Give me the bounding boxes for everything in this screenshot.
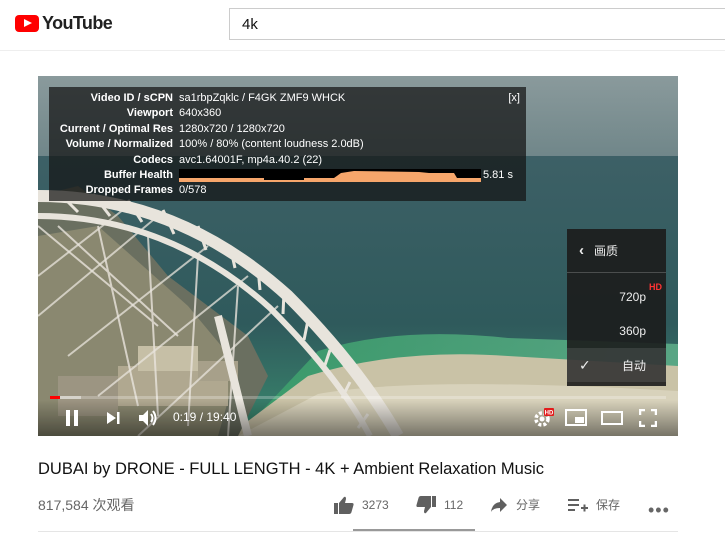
quality-option-auto[interactable]: ✓ 自动 bbox=[567, 348, 666, 382]
stats-value: sa1rbpZqklc / F4GK ZMF9 WHCK bbox=[179, 92, 346, 104]
divider bbox=[38, 531, 678, 532]
quality-option-label: 360p bbox=[619, 324, 646, 338]
quality-option-label: 自动 bbox=[621, 358, 646, 373]
like-button[interactable]: 3273 bbox=[334, 496, 389, 514]
buffer-health: 5.81 s bbox=[179, 168, 526, 183]
stats-row: Current / Optimal Res 1280x720 / 1280x72… bbox=[49, 122, 526, 137]
stats-row: Dropped Frames 0/578 bbox=[49, 183, 526, 198]
fullscreen-icon[interactable] bbox=[639, 409, 657, 427]
theater-mode-icon[interactable] bbox=[601, 411, 623, 425]
pause-icon[interactable] bbox=[64, 409, 80, 427]
stats-value: 1280x720 / 1280x720 bbox=[179, 122, 285, 135]
chevron-left-icon: ‹ bbox=[579, 242, 584, 259]
youtube-logo[interactable]: YouTube bbox=[15, 13, 113, 34]
miniplayer-icon[interactable] bbox=[565, 409, 587, 426]
stats-value: 640x360 bbox=[179, 107, 222, 120]
stats-label: Current / Optimal Res bbox=[59, 122, 173, 135]
quality-option-360p[interactable]: 360p bbox=[567, 314, 666, 348]
next-icon[interactable] bbox=[105, 410, 121, 426]
youtube-play-icon bbox=[15, 15, 39, 32]
stats-for-nerds-panel: [x] Video ID / sCPN sa1rbpZqklc / F4GK Z… bbox=[49, 87, 526, 201]
save-label: 保存 bbox=[596, 498, 621, 512]
quality-menu-title: 画质 bbox=[594, 244, 619, 258]
quality-menu: ‹ 画质 720p HD 360p ✓ 自动 bbox=[567, 229, 666, 386]
thumbs-up-icon bbox=[334, 496, 354, 514]
stats-row: Video ID / sCPN sa1rbpZqklc / F4GK ZMF9 … bbox=[49, 91, 526, 106]
progress-played bbox=[50, 396, 60, 399]
masthead: YouTube 4k bbox=[0, 0, 725, 50]
share-label: 分享 bbox=[516, 498, 541, 512]
settings-hd-badge: HD bbox=[545, 411, 554, 417]
stats-value: avc1.64001F, mp4a.40.2 (22) bbox=[179, 153, 323, 166]
stats-label: Viewport bbox=[126, 107, 173, 120]
view-count: 817,584 次观看 bbox=[38, 497, 135, 513]
save-button[interactable]: 保存 bbox=[568, 496, 620, 513]
stats-label: Codecs bbox=[133, 153, 173, 166]
add-to-playlist-icon bbox=[568, 498, 588, 511]
share-button[interactable]: 分享 bbox=[490, 496, 540, 513]
stats-row: Viewport 640x360 bbox=[49, 106, 526, 121]
share-icon bbox=[491, 497, 507, 512]
quality-menu-back-button[interactable]: ‹ 画质 bbox=[567, 229, 666, 273]
stats-close-button[interactable]: [x] bbox=[508, 91, 520, 106]
dislike-button[interactable]: 112 bbox=[416, 496, 463, 514]
checkmark-icon: ✓ bbox=[579, 357, 591, 373]
logo-text: YouTube bbox=[42, 13, 113, 33]
progress-bar[interactable] bbox=[50, 396, 666, 399]
like-count: 3273 bbox=[362, 498, 389, 512]
time-display: 0:19 / 19:40 bbox=[173, 410, 237, 424]
stats-row: Buffer Health 5.81 s bbox=[49, 168, 526, 183]
player-controls: 0:19 / 19:40 HD bbox=[38, 400, 678, 436]
stats-row: Volume / Normalized 100% / 80% (content … bbox=[49, 137, 526, 152]
stats-label: Volume / Normalized bbox=[65, 138, 173, 151]
stats-value: 100% / 80% (content loudness 2.0dB) bbox=[179, 138, 364, 151]
stats-value: 0/578 bbox=[179, 184, 207, 197]
quality-option-720p[interactable]: 720p HD bbox=[567, 280, 666, 314]
search-input[interactable]: 4k bbox=[229, 8, 725, 40]
hd-badge: HD bbox=[649, 282, 662, 292]
quality-option-label: 720p bbox=[619, 290, 646, 304]
video-player[interactable]: [x] Video ID / sCPN sa1rbpZqklc / F4GK Z… bbox=[38, 76, 678, 436]
settings-icon[interactable]: HD bbox=[532, 408, 554, 428]
stats-row: Codecs avc1.64001F, mp4a.40.2 (22) bbox=[49, 153, 526, 168]
buffer-health-graph bbox=[179, 169, 481, 183]
thumbs-down-icon bbox=[416, 496, 436, 514]
buffer-health-value: 5.81 s bbox=[483, 168, 513, 181]
dislike-count: 112 bbox=[444, 498, 464, 512]
stats-label: Buffer Health bbox=[103, 168, 173, 181]
volume-icon[interactable] bbox=[138, 408, 160, 428]
stats-label: Video ID / sCPN bbox=[90, 92, 173, 104]
search-query[interactable]: 4k bbox=[242, 16, 258, 33]
video-title: DUBAI by DRONE - FULL LENGTH - 4K + Ambi… bbox=[38, 460, 545, 478]
more-actions-button[interactable]: ••• bbox=[648, 500, 670, 521]
stats-label: Dropped Frames bbox=[85, 184, 173, 197]
